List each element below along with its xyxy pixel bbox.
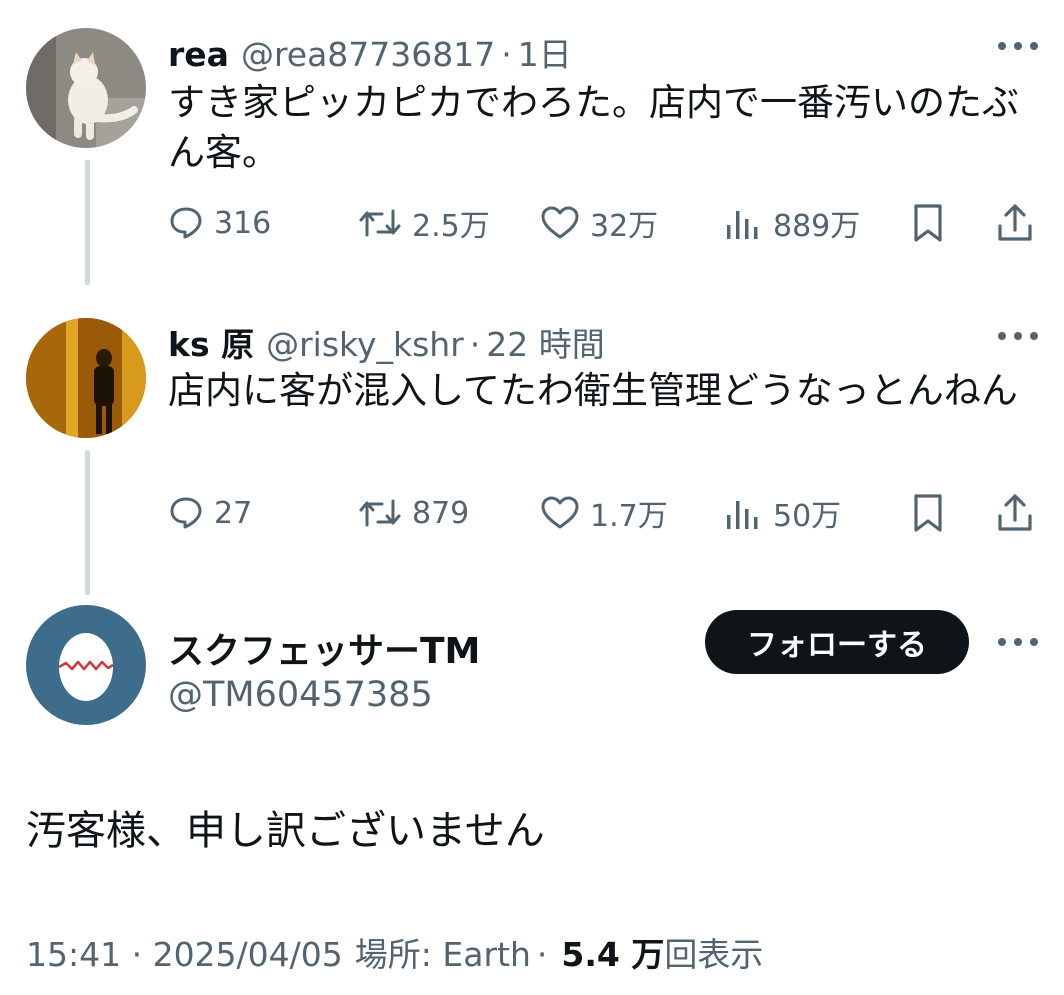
egg-avatar-icon [26,605,146,725]
separator: · [501,35,512,74]
tweet-text: すき家ピッカピカでわろた。店内で一番汚いのたぶん客。 [168,81,1019,174]
like-button[interactable]: 32万 [540,198,658,248]
tweet-actions: 316 2.5万 32万 889万 [168,198,1040,248]
views-count[interactable]: 5.4 万 [561,928,664,976]
more-options-icon[interactable] [998,38,1038,54]
cat-photo-avatar-icon [26,28,146,148]
share-button[interactable] [996,198,1034,248]
like-count: 1.7万 [590,499,668,534]
views-icon [727,211,758,239]
timestamp[interactable]: 22 時間 [486,318,604,366]
display-name[interactable]: ks 原 [168,318,254,366]
timestamp[interactable]: 1日 [518,28,572,76]
separator: · [469,325,481,364]
like-count: 32万 [590,209,659,244]
reply-button[interactable]: 27 [168,488,252,538]
heart-icon [541,496,579,529]
views-count: 889万 [773,209,861,244]
more-options-icon[interactable] [998,634,1038,650]
main-user-handle[interactable]: @TM60457385 [168,675,433,715]
reply-count: 316 [214,205,272,241]
reply-icon [170,207,202,239]
user-handle[interactable]: @risky_kshr [266,325,464,364]
avatar-rea[interactable] [26,28,146,148]
retweet-button[interactable]: 2.5万 [358,198,490,248]
follow-button[interactable]: フォローする [705,610,969,674]
display-name[interactable]: rea [168,35,229,74]
thread-line [85,160,90,285]
reply-count: 27 [214,495,253,531]
views-count: 50万 [773,499,842,534]
retweet-icon [359,209,401,237]
bookmark-icon [914,204,942,242]
main-tweet-text: 汚客様、申し訳ございません [26,808,545,854]
bookmark-button[interactable] [910,198,946,248]
views-label: 回表示 [664,935,764,974]
bookmark-button[interactable] [910,488,946,538]
retweet-button[interactable]: 879 [358,488,469,538]
reply-icon [170,497,202,529]
tweet-actions: 27 879 1.7万 50万 [168,488,1040,538]
views-icon [727,501,758,529]
thread-line [85,450,90,595]
more-options-icon[interactable] [998,328,1038,344]
bookmark-icon [914,494,942,532]
tweet-location: 場所: Earth [354,935,531,974]
user-handle[interactable]: @rea87736817 [241,35,495,74]
retweet-count: 2.5万 [412,209,490,244]
tweet-text: 店内に客が混入してたわ衛生管理どうなっとんねん [168,369,1018,412]
retweet-count: 879 [412,495,470,531]
retweet-icon [359,499,401,527]
doorway-photo-avatar-icon [26,318,146,438]
main-display-name[interactable]: スクフェッサーTM [168,622,480,674]
views-button[interactable]: 889万 [723,198,860,248]
tweet-timestamp[interactable]: 15:41 · 2025/04/05 [26,935,343,974]
like-button[interactable]: 1.7万 [540,488,668,538]
avatar-main[interactable] [26,605,146,725]
avatar-ks[interactable] [26,318,146,438]
tweet-meta: 15:41 · 2025/04/05 · 場所: Earth · 5.4 万 回… [26,928,763,976]
share-icon [998,204,1032,241]
share-icon [998,494,1032,531]
views-button[interactable]: 50万 [723,488,841,538]
separator: · [536,935,548,974]
share-button[interactable] [996,488,1034,538]
reply-button[interactable]: 316 [168,198,271,248]
tweet-header: rea @rea87736817 · 1日 [168,28,572,76]
tweet-header: ks 原 @risky_kshr · 22 時間 [168,318,605,366]
heart-icon [541,206,579,239]
